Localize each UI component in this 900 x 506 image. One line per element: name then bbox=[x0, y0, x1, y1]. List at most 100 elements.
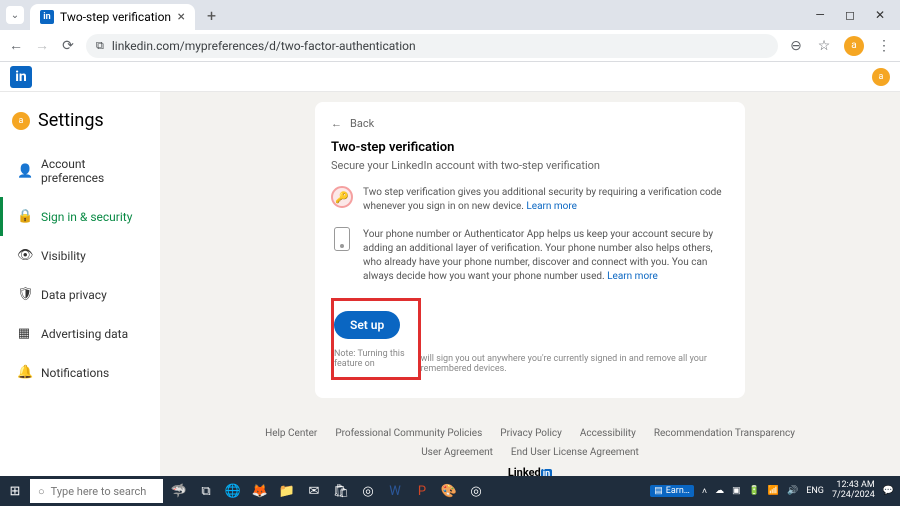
zoom-icon[interactable]: ⊖ bbox=[788, 38, 804, 54]
note-tail: will sign you out anywhere you're curren… bbox=[421, 354, 729, 374]
chrome-icon-2[interactable]: ◎ bbox=[466, 481, 486, 501]
maximize-icon[interactable]: ◻ bbox=[842, 8, 858, 22]
edge-icon[interactable]: 🌐 bbox=[223, 481, 243, 501]
footer-link[interactable]: User Agreement bbox=[421, 447, 493, 458]
close-tab-icon[interactable]: × bbox=[178, 9, 185, 25]
tab-dropdown[interactable]: ⌄ bbox=[6, 6, 24, 24]
main-content: ← Back Two-step verification Secure your… bbox=[160, 92, 900, 476]
sidebar-item-notifications[interactable]: 🔔 Notifications bbox=[0, 353, 160, 392]
address-bar[interactable]: ⧉ linkedin.com/mypreferences/d/two-facto… bbox=[86, 34, 778, 58]
linkedin-logo[interactable]: in bbox=[10, 66, 32, 88]
window-controls: — ◻ ✕ bbox=[812, 8, 894, 22]
sidebar-item-label: Sign in & security bbox=[41, 210, 132, 224]
sidebar-avatar: a bbox=[12, 112, 30, 130]
files-icon[interactable]: 📁 bbox=[277, 481, 297, 501]
sidebar-item-account-preferences[interactable]: 👤 Account preferences bbox=[0, 145, 160, 197]
battery-icon[interactable]: 🔋 bbox=[749, 486, 760, 496]
back-label: Back bbox=[350, 117, 374, 130]
mail-icon[interactable]: ✉ bbox=[304, 481, 324, 501]
sidebar-item-signin-security[interactable]: 🔒 Sign in & security bbox=[0, 197, 160, 236]
clock-date: 7/24/2024 bbox=[832, 491, 875, 501]
setup-button[interactable]: Set up bbox=[334, 311, 400, 339]
search-icon: ○ bbox=[38, 485, 45, 498]
newspaper-icon: ▦ bbox=[17, 326, 31, 341]
settings-sidebar: a Settings 👤 Account preferences 🔒 Sign … bbox=[0, 92, 160, 476]
footer-link[interactable]: End User License Agreement bbox=[511, 447, 639, 458]
page-body: a Settings 👤 Account preferences 🔒 Sign … bbox=[0, 92, 900, 476]
info-text-2: Your phone number or Authenticator App h… bbox=[363, 228, 729, 284]
chrome-icon-1[interactable]: ◎ bbox=[358, 481, 378, 501]
profile-avatar[interactable]: a bbox=[844, 36, 864, 56]
two-step-card: ← Back Two-step verification Secure your… bbox=[315, 102, 745, 398]
footer-link[interactable]: Help Center bbox=[265, 428, 317, 439]
linkedin-header: in a bbox=[0, 62, 900, 92]
footer-link[interactable]: Recommendation Transparency bbox=[654, 428, 795, 439]
back-icon[interactable]: ← bbox=[8, 37, 24, 54]
footer-row-1: Help Center Professional Community Polic… bbox=[180, 428, 880, 439]
linkedin-avatar[interactable]: a bbox=[872, 68, 890, 86]
shark-icon[interactable]: 🦈 bbox=[169, 481, 189, 501]
footer-link[interactable]: Accessibility bbox=[580, 428, 636, 439]
start-button[interactable]: ⊞ bbox=[0, 476, 30, 506]
sidebar-item-label: Advertising data bbox=[41, 327, 128, 341]
arrow-left-icon: ← bbox=[331, 117, 342, 130]
search-placeholder: Type here to search bbox=[51, 485, 147, 498]
learn-more-link-2[interactable]: Learn more bbox=[607, 271, 658, 282]
sidebar-item-advertising-data[interactable]: ▦ Advertising data bbox=[0, 314, 160, 353]
browser-tab[interactable]: in Two-step verification × bbox=[30, 4, 195, 30]
person-icon: 👤 bbox=[17, 164, 31, 179]
footer-link[interactable]: Privacy Policy bbox=[500, 428, 562, 439]
back-link[interactable]: ← Back bbox=[331, 117, 729, 130]
taskbar-apps: 🦈 ⧉ 🌐 🦊 📁 ✉ 🛍 ◎ W P 🎨 ◎ bbox=[169, 481, 486, 501]
kebab-menu-icon[interactable]: ⋮ bbox=[876, 38, 892, 54]
card-title: Two-step verification bbox=[331, 140, 729, 155]
reload-icon[interactable]: ⟳ bbox=[60, 38, 76, 54]
powerpoint-icon[interactable]: P bbox=[412, 481, 432, 501]
site-info-icon[interactable]: ⧉ bbox=[96, 39, 104, 53]
card-subtitle: Secure your LinkedIn account with two-st… bbox=[331, 159, 729, 172]
news-widget[interactable]: ▤ Earn… bbox=[650, 485, 694, 497]
meet-icon[interactable]: ▣ bbox=[732, 486, 741, 496]
bell-icon: 🔔 bbox=[17, 365, 31, 380]
firefox-icon[interactable]: 🦊 bbox=[250, 481, 270, 501]
volume-icon[interactable]: 🔊 bbox=[787, 486, 798, 496]
onedrive-icon[interactable]: ☁ bbox=[715, 486, 724, 496]
info-text-1: Two step verification gives you addition… bbox=[363, 186, 729, 214]
highlighted-region: Set up Note: Turning this feature on wil… bbox=[331, 298, 729, 380]
tab-title: Two-step verification bbox=[60, 10, 171, 24]
sidebar-item-data-privacy[interactable]: 🛡 Data privacy bbox=[0, 275, 160, 314]
sidebar-item-visibility[interactable]: 👁 Visibility bbox=[0, 236, 160, 275]
taskbar-search[interactable]: ○ Type here to search bbox=[30, 479, 163, 503]
forward-icon[interactable]: → bbox=[34, 37, 50, 54]
minimize-icon[interactable]: — bbox=[812, 8, 828, 22]
taskbar-clock[interactable]: 12:43 AM 7/24/2024 bbox=[832, 481, 875, 501]
info-row-1: 🔑 Two step verification gives you additi… bbox=[331, 186, 729, 214]
learn-more-link-1[interactable]: Learn more bbox=[526, 201, 577, 212]
language-indicator[interactable]: ENG bbox=[806, 486, 824, 496]
bookmark-icon[interactable]: ☆ bbox=[816, 38, 832, 54]
close-window-icon[interactable]: ✕ bbox=[872, 8, 888, 22]
lock-icon: 🔒 bbox=[17, 209, 31, 224]
word-icon[interactable]: W bbox=[385, 481, 405, 501]
url-text: linkedin.com/mypreferences/d/two-factor-… bbox=[112, 39, 416, 53]
settings-heading: a Settings bbox=[0, 110, 160, 145]
store-icon[interactable]: 🛍 bbox=[331, 481, 351, 501]
tray-chevron-icon[interactable]: ˄ bbox=[702, 486, 707, 497]
task-view-icon[interactable]: ⧉ bbox=[196, 481, 216, 501]
phone-icon bbox=[331, 228, 353, 250]
page-title: Settings bbox=[38, 110, 104, 131]
highlight-box: Set up Note: Turning this feature on bbox=[331, 298, 421, 380]
notifications-icon[interactable]: 💬 bbox=[883, 486, 894, 496]
info-row-2: Your phone number or Authenticator App h… bbox=[331, 228, 729, 284]
new-tab-button[interactable]: + bbox=[201, 6, 222, 25]
key-icon: 🔑 bbox=[331, 186, 353, 208]
taskbar-tray: ▤ Earn… ˄ ☁ ▣ 🔋 📶 🔊 ENG 12:43 AM 7/24/20… bbox=[650, 481, 900, 501]
sidebar-item-label: Account preferences bbox=[41, 157, 146, 185]
wifi-icon[interactable]: 📶 bbox=[768, 486, 779, 496]
browser-tab-bar: ⌄ in Two-step verification × + — ◻ ✕ bbox=[0, 0, 900, 30]
footer-link[interactable]: Professional Community Policies bbox=[335, 428, 482, 439]
footer-brand: Linkedin bbox=[180, 466, 880, 476]
sidebar-item-label: Visibility bbox=[41, 249, 86, 263]
paint-icon[interactable]: 🎨 bbox=[439, 481, 459, 501]
sidebar-item-label: Notifications bbox=[41, 366, 109, 380]
